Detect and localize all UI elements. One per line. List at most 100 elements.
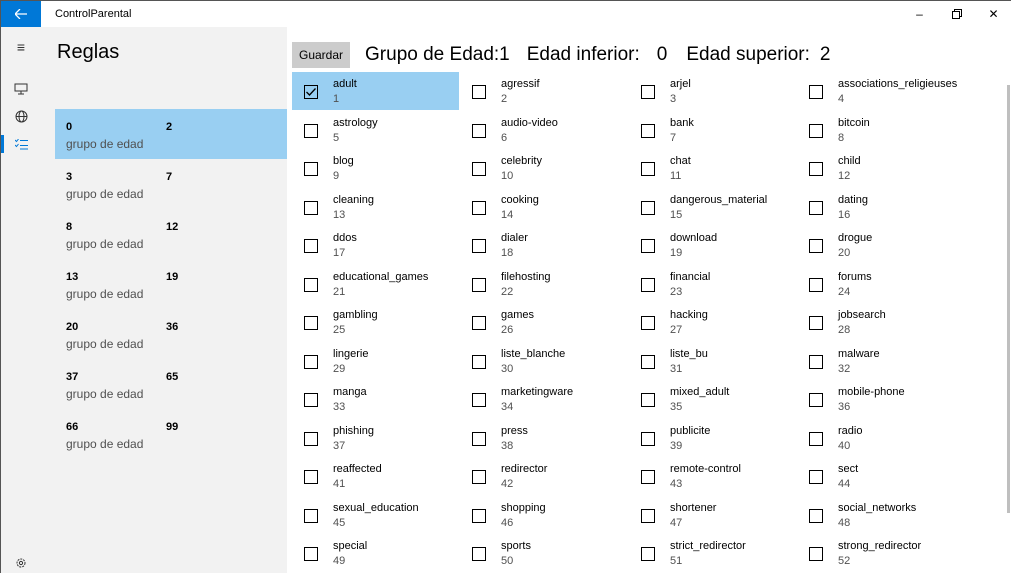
- save-button[interactable]: Guardar: [292, 42, 351, 68]
- category-checkbox[interactable]: [641, 431, 655, 446]
- category-checkbox[interactable]: [304, 200, 318, 215]
- category-checkbox[interactable]: [809, 277, 823, 292]
- age-group-item[interactable]: 66 99 grupo de edad: [55, 409, 287, 459]
- category-checkbox[interactable]: [809, 162, 823, 176]
- category-checkbox[interactable]: [809, 354, 823, 369]
- device-icon[interactable]: [1, 74, 41, 104]
- category-checkbox[interactable]: [809, 470, 823, 484]
- category-item[interactable]: remote-control 43: [629, 457, 796, 495]
- category-checkbox[interactable]: [641, 85, 655, 99]
- category-item[interactable]: bank 7: [629, 111, 796, 149]
- category-item[interactable]: drogue 20: [797, 226, 964, 264]
- category-checkbox[interactable]: [304, 277, 318, 292]
- category-checkbox[interactable]: [641, 200, 655, 215]
- category-item[interactable]: hacking 27: [629, 303, 796, 341]
- category-item[interactable]: dangerous_material 15: [629, 188, 796, 226]
- back-button[interactable]: [1, 1, 41, 27]
- category-item[interactable]: publicite 39: [629, 419, 796, 457]
- category-item[interactable]: phishing 37: [292, 419, 459, 457]
- category-checkbox[interactable]: [641, 162, 655, 176]
- category-item[interactable]: malware 32: [797, 342, 964, 380]
- category-checkbox[interactable]: [304, 393, 318, 407]
- category-item[interactable]: audio-video 6: [460, 111, 627, 149]
- category-checkbox[interactable]: [472, 470, 486, 484]
- category-checkbox[interactable]: [809, 316, 823, 330]
- category-item[interactable]: liste_blanche 30: [460, 342, 627, 380]
- category-item[interactable]: liste_bu 31: [629, 342, 796, 380]
- category-item[interactable]: lingerie 29: [292, 342, 459, 380]
- category-item[interactable]: blog 9: [292, 149, 459, 187]
- category-item[interactable]: filehosting 22: [460, 265, 627, 303]
- category-item[interactable]: strict_redirector 51: [629, 534, 796, 572]
- category-checkbox[interactable]: [809, 508, 823, 523]
- category-checkbox[interactable]: [472, 508, 486, 523]
- age-group-item[interactable]: 8 12 grupo de edad: [55, 209, 287, 259]
- age-group-item[interactable]: 3 7 grupo de edad: [55, 159, 287, 209]
- age-group-item[interactable]: 37 65 grupo de edad: [55, 359, 287, 409]
- age-group-item[interactable]: 20 36 grupo de edad: [55, 309, 287, 359]
- category-item[interactable]: social_networks 48: [797, 496, 964, 534]
- category-checkbox[interactable]: [809, 393, 823, 407]
- category-checkbox[interactable]: [304, 547, 318, 561]
- category-item[interactable]: bitcoin 8: [797, 111, 964, 149]
- category-checkbox[interactable]: [641, 393, 655, 407]
- category-checkbox[interactable]: [304, 470, 318, 484]
- category-checkbox[interactable]: [472, 85, 486, 99]
- category-item[interactable]: child 12: [797, 149, 964, 187]
- category-checkbox[interactable]: [641, 547, 655, 561]
- category-item[interactable]: mobile-phone 36: [797, 380, 964, 418]
- category-checkbox[interactable]: [472, 316, 486, 330]
- category-checkbox[interactable]: [641, 277, 655, 292]
- category-checkbox[interactable]: [472, 123, 486, 138]
- category-item[interactable]: chat 11: [629, 149, 796, 187]
- category-item[interactable]: shortener 47: [629, 496, 796, 534]
- category-checkbox[interactable]: [304, 85, 318, 99]
- category-checkbox[interactable]: [809, 239, 823, 253]
- category-item[interactable]: associations_religieuses 4: [797, 72, 964, 110]
- category-checkbox[interactable]: [304, 162, 318, 176]
- category-checkbox[interactable]: [304, 508, 318, 523]
- category-checkbox[interactable]: [641, 316, 655, 330]
- category-item[interactable]: jobsearch 28: [797, 303, 964, 341]
- category-item[interactable]: cleaning 13: [292, 188, 459, 226]
- category-checkbox[interactable]: [304, 239, 318, 253]
- category-checkbox[interactable]: [809, 547, 823, 561]
- category-item[interactable]: download 19: [629, 226, 796, 264]
- category-item[interactable]: reaffected 41: [292, 457, 459, 495]
- category-checkbox[interactable]: [304, 431, 318, 446]
- category-checkbox[interactable]: [641, 354, 655, 369]
- category-checkbox[interactable]: [809, 123, 823, 138]
- category-checkbox[interactable]: [472, 200, 486, 215]
- category-checkbox[interactable]: [472, 162, 486, 176]
- category-item[interactable]: forums 24: [797, 265, 964, 303]
- category-checkbox[interactable]: [472, 277, 486, 292]
- vertical-scrollbar[interactable]: [1007, 85, 1010, 513]
- hamburger-icon[interactable]: ≡: [1, 32, 41, 62]
- restore-button[interactable]: [938, 1, 975, 27]
- category-item[interactable]: special 49: [292, 534, 459, 572]
- age-group-item[interactable]: 13 19 grupo de edad: [55, 259, 287, 309]
- category-item[interactable]: dialer 18: [460, 226, 627, 264]
- globe-icon[interactable]: [1, 101, 41, 131]
- category-item[interactable]: marketingware 34: [460, 380, 627, 418]
- category-item[interactable]: adult 1: [292, 72, 459, 110]
- category-checkbox[interactable]: [809, 85, 823, 99]
- category-checkbox[interactable]: [304, 316, 318, 330]
- category-checkbox[interactable]: [809, 431, 823, 446]
- category-checkbox[interactable]: [809, 200, 823, 215]
- close-button[interactable]: ✕: [975, 1, 1011, 27]
- minimize-button[interactable]: –: [901, 1, 938, 27]
- category-checkbox[interactable]: [641, 239, 655, 253]
- category-item[interactable]: press 38: [460, 419, 627, 457]
- category-checkbox[interactable]: [472, 239, 486, 253]
- category-checkbox[interactable]: [304, 354, 318, 369]
- category-item[interactable]: agressif 2: [460, 72, 627, 110]
- category-checkbox[interactable]: [641, 508, 655, 523]
- category-checkbox[interactable]: [472, 393, 486, 407]
- category-item[interactable]: financial 23: [629, 265, 796, 303]
- rules-nav-icon[interactable]: [1, 129, 41, 159]
- category-checkbox[interactable]: [304, 123, 318, 138]
- category-item[interactable]: games 26: [460, 303, 627, 341]
- category-item[interactable]: celebrity 10: [460, 149, 627, 187]
- category-checkbox[interactable]: [472, 547, 486, 561]
